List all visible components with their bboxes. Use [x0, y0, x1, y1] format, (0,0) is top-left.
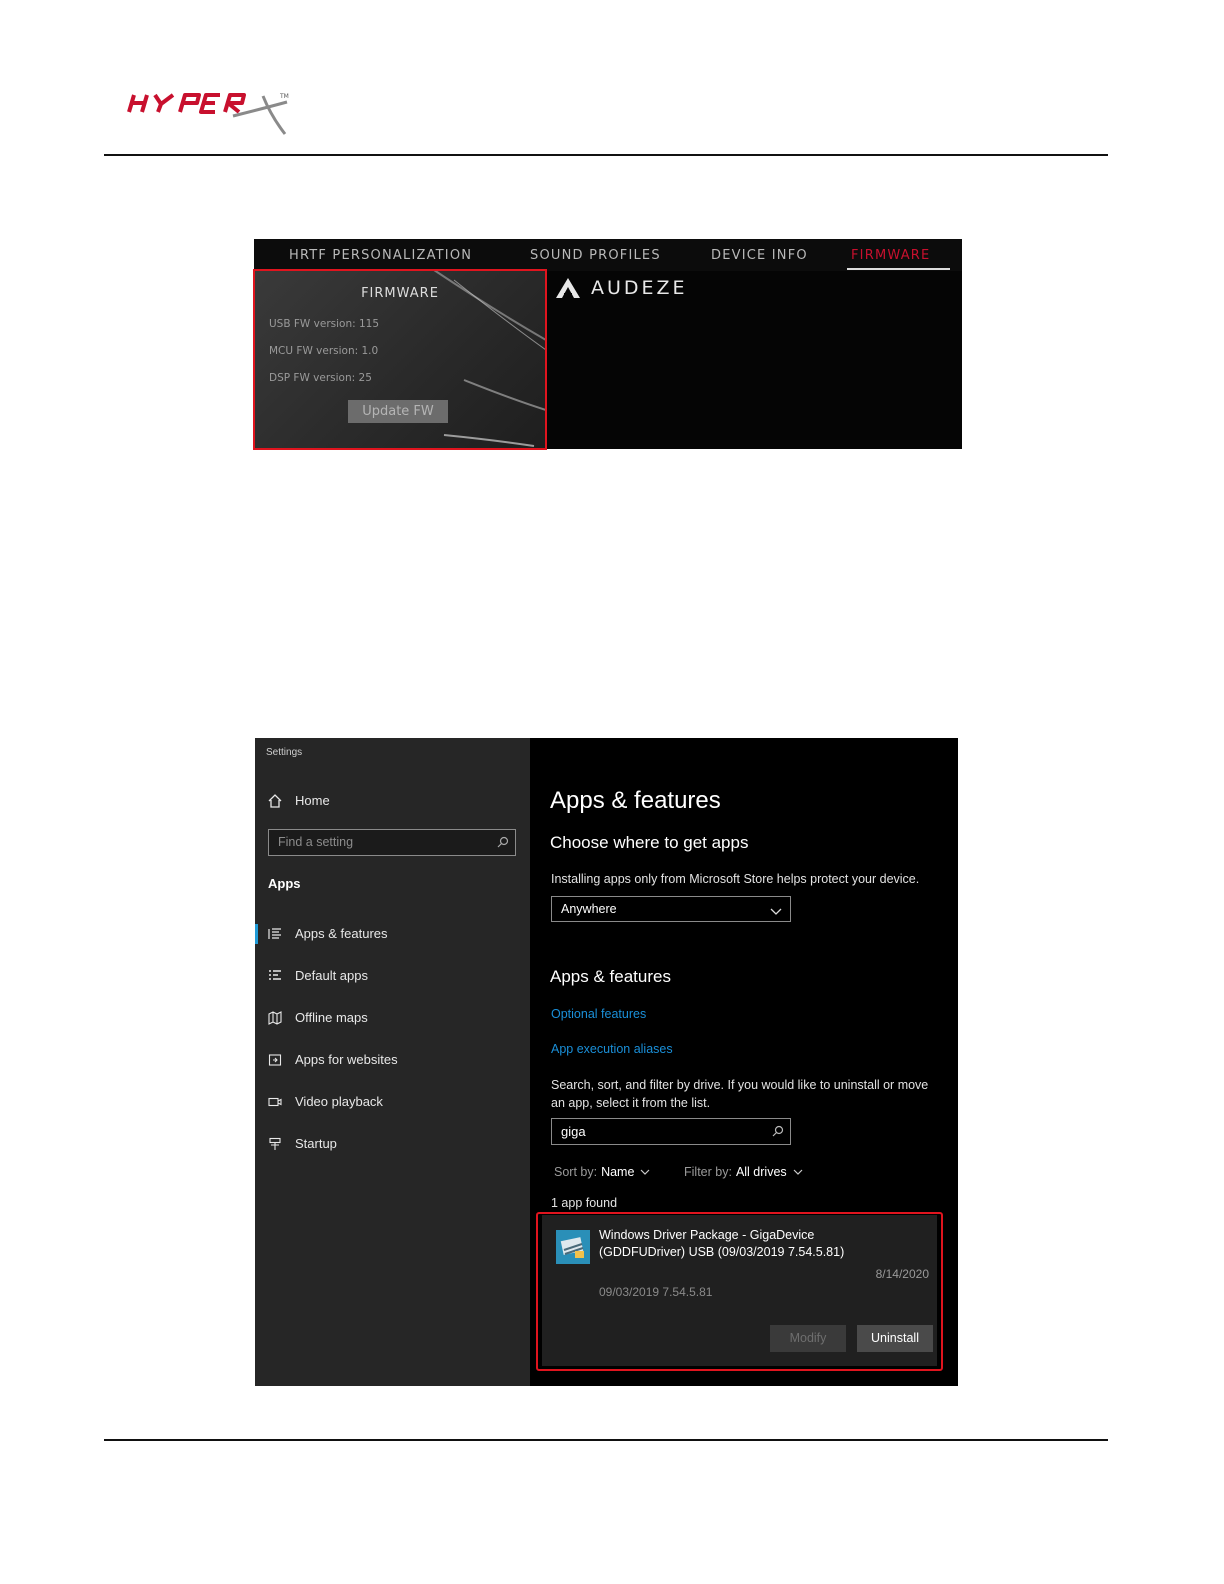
- app-execution-aliases-link[interactable]: App execution aliases: [551, 1042, 673, 1056]
- sidebar-home[interactable]: Home: [268, 793, 330, 808]
- home-icon: [268, 793, 282, 808]
- video-icon: [268, 1095, 282, 1109]
- chevron-down-icon: [770, 903, 782, 921]
- sidebar-item-label: Apps for websites: [295, 1052, 398, 1067]
- sidebar-item-apps-for-websites[interactable]: Apps for websites: [268, 1052, 398, 1067]
- sort-by-control[interactable]: Sort by: Name: [554, 1165, 650, 1179]
- settings-main: Apps & features Choose where to get apps…: [536, 738, 950, 1386]
- footer-divider: [104, 1439, 1108, 1441]
- find-setting-placeholder: Find a setting: [278, 835, 354, 849]
- sidebar-item-startup[interactable]: Startup: [268, 1136, 337, 1151]
- sort-label: Sort by:: [554, 1165, 598, 1179]
- sidebar-item-label: Apps & features: [295, 926, 388, 941]
- find-setting-input[interactable]: Find a setting: [268, 829, 516, 856]
- search-icon: [497, 835, 509, 853]
- optional-features-link[interactable]: Optional features: [551, 1007, 646, 1021]
- sort-value: Name: [601, 1165, 635, 1179]
- filter-value: All drives: [735, 1165, 787, 1179]
- tab-sound-profiles[interactable]: SOUND PROFILES: [530, 248, 661, 263]
- sidebar-item-label: Default apps: [295, 968, 368, 983]
- chevron-down-icon: [793, 1165, 803, 1179]
- header-divider: [104, 154, 1108, 156]
- audeze-brand: AUDEZE: [555, 277, 688, 299]
- filter-label: Filter by:: [684, 1165, 732, 1179]
- firmware-highlight-box: [253, 269, 547, 450]
- apps-features-heading: Apps & features: [550, 967, 671, 986]
- hyperx-logo: TM: [125, 86, 295, 142]
- dropdown-value: Anywhere: [561, 902, 617, 916]
- app-search-input[interactable]: giga: [551, 1118, 791, 1145]
- svg-text:TM: TM: [279, 93, 289, 100]
- website-icon: [268, 1053, 282, 1067]
- app-source-dropdown[interactable]: Anywhere: [551, 896, 791, 922]
- chevron-down-icon: [640, 1165, 650, 1179]
- search-description: Search, sort, and filter by drive. If yo…: [551, 1078, 929, 1110]
- choose-apps-description: Installing apps only from Microsoft Stor…: [551, 872, 920, 886]
- window-title: Settings: [266, 747, 303, 758]
- list-icon: [268, 927, 282, 941]
- sidebar-item-video-playback[interactable]: Video playback: [268, 1094, 383, 1109]
- default-apps-icon: [268, 969, 282, 983]
- audeze-logo-icon: [556, 278, 580, 298]
- settings-screenshot: Settings Home Find a setting Apps Apps &…: [255, 738, 958, 1386]
- sidebar-item-label: Video playback: [295, 1094, 383, 1109]
- result-count: 1 app found: [551, 1196, 618, 1210]
- tab-bar: HRTF PERSONALIZATION SOUND PROFILES DEVI…: [254, 239, 962, 271]
- search-icon: [772, 1124, 784, 1142]
- filter-by-control[interactable]: Filter by: All drives: [684, 1165, 803, 1179]
- app-highlight-box: [536, 1212, 943, 1371]
- tab-device-info[interactable]: DEVICE INFO: [711, 248, 808, 263]
- sidebar-item-label: Offline maps: [295, 1010, 368, 1025]
- choose-apps-heading: Choose where to get apps: [550, 833, 749, 852]
- search-value: giga: [561, 1124, 586, 1139]
- sidebar-item-default-apps[interactable]: Default apps: [268, 968, 368, 983]
- sidebar-section-apps: Apps: [268, 876, 301, 891]
- active-tab-indicator: [847, 268, 950, 270]
- sidebar-item-offline-maps[interactable]: Offline maps: [268, 1010, 368, 1025]
- settings-sidebar: Settings Home Find a setting Apps Apps &…: [255, 738, 530, 1386]
- map-icon: [268, 1010, 282, 1025]
- sidebar-item-label: Startup: [295, 1136, 337, 1151]
- sidebar-item-apps-features[interactable]: Apps & features: [268, 926, 388, 941]
- home-label: Home: [295, 793, 330, 808]
- page-title: Apps & features: [550, 787, 721, 814]
- selected-indicator: [255, 924, 258, 944]
- startup-icon: [268, 1137, 282, 1151]
- tab-hrtf-personalization[interactable]: HRTF PERSONALIZATION: [289, 248, 472, 263]
- tab-firmware[interactable]: FIRMWARE: [851, 248, 930, 263]
- audeze-wordmark: AUDEZE: [591, 277, 688, 299]
